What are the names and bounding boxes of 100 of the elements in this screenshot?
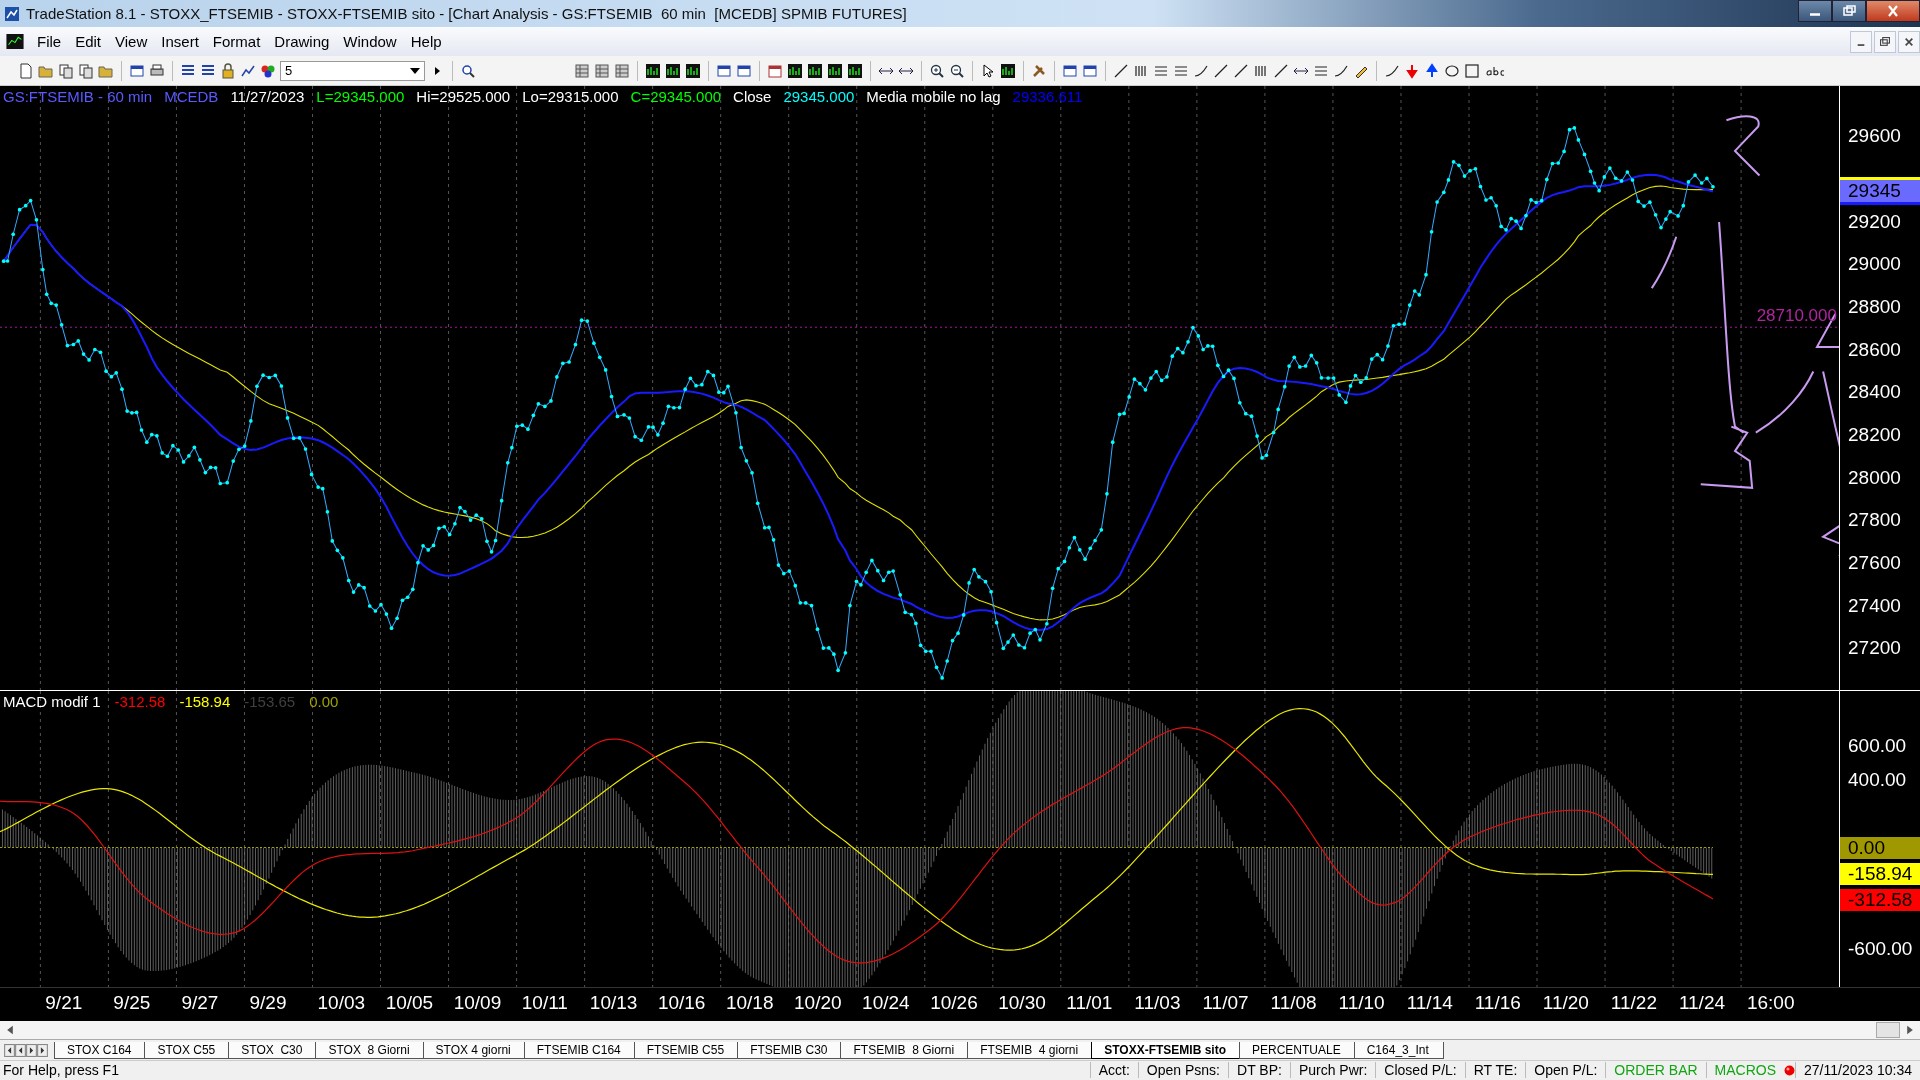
grid-icon[interactable]	[574, 62, 590, 79]
close-icon[interactable]	[1898, 30, 1920, 53]
date-label: 10/13	[589, 992, 638, 1014]
sheet-tab[interactable]: STOXX-FTSEMIB sito	[1091, 1041, 1241, 1059]
sheet-tab[interactable]: STOX C30	[228, 1041, 318, 1059]
chart-icon[interactable]	[1000, 62, 1016, 79]
minimize-button[interactable]	[1798, 0, 1832, 22]
paste-icon[interactable]	[78, 62, 94, 79]
rectangle-icon[interactable]	[1464, 62, 1480, 79]
tools-icon[interactable]	[1031, 62, 1047, 79]
line-icon[interactable]	[1233, 62, 1249, 79]
legend-text: C=29345.000	[630, 88, 722, 105]
axis-label: 600.00	[1848, 735, 1907, 758]
lock-icon[interactable]	[220, 62, 236, 79]
axis-label: 400.00	[1848, 768, 1907, 791]
chart-icon[interactable]	[645, 62, 661, 79]
new-file-icon[interactable]	[18, 62, 34, 79]
date-label: 10/24	[862, 992, 910, 1014]
sheet-tab[interactable]: FTSEMIB 4 giorni	[967, 1041, 1094, 1059]
chart-icon[interactable]	[685, 62, 701, 79]
menu-item[interactable]: Help	[405, 31, 451, 53]
horizontal-scrollbar[interactable]	[0, 1021, 1920, 1040]
axis-label: 28400	[1848, 381, 1901, 404]
menu-item[interactable]: Window	[338, 31, 406, 53]
chart-icon[interactable]	[665, 62, 681, 79]
next-tab-icon[interactable]	[26, 1043, 37, 1057]
window-icon[interactable]	[129, 62, 145, 79]
menu-item[interactable]: Drawing	[269, 31, 339, 53]
date-label: 11/03	[1134, 992, 1181, 1014]
axis-label: 27400	[1848, 594, 1901, 617]
sheet-tab[interactable]: STOX C55	[144, 1041, 231, 1059]
prev-tab-icon[interactable]	[15, 1043, 26, 1057]
line-icon[interactable]	[1273, 62, 1289, 79]
calendar-icon[interactable]	[767, 62, 783, 79]
copy-icon[interactable]	[58, 62, 74, 79]
date-label: 10/16	[657, 992, 706, 1014]
status-light-icon	[1784, 1064, 1796, 1076]
minimize-icon[interactable]	[1850, 30, 1872, 53]
chart-icon[interactable]	[827, 62, 843, 79]
bar-interval-dropdown[interactable]: 5	[280, 60, 425, 81]
menu-item[interactable]: View	[110, 31, 157, 53]
restore-icon[interactable]	[1874, 30, 1896, 53]
sheet-tab[interactable]: FTSEMIB C55	[633, 1041, 740, 1059]
status-help-text: For Help, press F1	[2, 1062, 120, 1079]
sheet-tab[interactable]: PERCENTUALE	[1239, 1041, 1356, 1059]
last-price-tag: 29345	[1840, 176, 1920, 205]
date-label: 11/22	[1610, 992, 1657, 1014]
chart-icon[interactable]	[847, 62, 863, 79]
search-icon[interactable]	[460, 62, 476, 79]
pointer-icon[interactable]	[980, 62, 996, 79]
chart-icon[interactable]	[787, 62, 803, 79]
menu-item[interactable]: Insert	[156, 31, 208, 53]
status-field: Open Psns:	[1137, 1062, 1228, 1079]
axis-label: 29600	[1848, 125, 1901, 148]
first-tab-icon[interactable]	[4, 1043, 15, 1057]
sheet-tab[interactable]: STOX 4 giorni	[422, 1041, 526, 1059]
menu-item[interactable]: Edit	[70, 31, 111, 53]
chart-icon[interactable]	[807, 62, 823, 79]
menu-item[interactable]: Format	[207, 31, 270, 53]
zoom-in-icon[interactable]	[929, 62, 945, 79]
line-icon[interactable]	[1213, 62, 1229, 79]
legend-text: GS:FTSEMIB - 60 min	[3, 88, 153, 105]
sheet-tab[interactable]: FTSEMIB C164	[523, 1041, 636, 1059]
date-label: 11/20	[1542, 992, 1589, 1014]
ellipse-icon[interactable]	[1444, 62, 1460, 79]
line-icon[interactable]	[1113, 62, 1129, 79]
grid-icon[interactable]	[594, 62, 610, 79]
window-icon[interactable]	[1062, 62, 1078, 79]
window-icon[interactable]	[716, 62, 732, 79]
window-icon[interactable]	[736, 62, 752, 79]
status-field: DT BP:	[1228, 1062, 1290, 1079]
sheet-tab[interactable]: C164_3_Int	[1353, 1041, 1444, 1059]
down-arrow-icon[interactable]	[1404, 62, 1420, 79]
date-label: 9/29	[249, 992, 287, 1014]
sheet-tab[interactable]: STOX 8 Giorni	[315, 1041, 425, 1059]
scrollbar-thumb[interactable]	[1876, 1022, 1900, 1039]
maximize-button[interactable]	[1832, 0, 1866, 22]
print-icon[interactable]	[149, 62, 165, 79]
indicator-value-tag: -312.58	[1840, 889, 1920, 912]
date-label: 10/11	[521, 992, 568, 1014]
sheet-tab[interactable]: FTSEMIB 8 Giorni	[840, 1041, 970, 1059]
window-icon[interactable]	[1082, 62, 1098, 79]
sheet-tab[interactable]: FTSEMIB C30	[737, 1041, 843, 1059]
axis-label: 27200	[1848, 637, 1901, 660]
close-button[interactable]	[1866, 0, 1920, 22]
indicator-value-tag: 0.00	[1840, 836, 1920, 859]
legend-text: -153.65	[244, 693, 296, 710]
chart-window-icon[interactable]	[6, 34, 24, 50]
minimize-icon	[1810, 12, 1820, 16]
menu-item[interactable]: File	[32, 31, 71, 53]
date-label: 16:00	[1746, 992, 1795, 1014]
date-label: 9/25	[113, 992, 151, 1014]
zoom-out-icon[interactable]	[949, 62, 965, 79]
last-tab-icon[interactable]	[37, 1043, 48, 1057]
calc-icon[interactable]	[614, 62, 630, 79]
sheet-tab[interactable]: STOX C164	[54, 1041, 147, 1059]
legend-text: MACD modif 1	[3, 693, 101, 710]
axis-label: 28600	[1848, 338, 1901, 361]
date-label: 11/14	[1406, 992, 1453, 1014]
up-arrow-icon[interactable]	[1424, 62, 1440, 79]
